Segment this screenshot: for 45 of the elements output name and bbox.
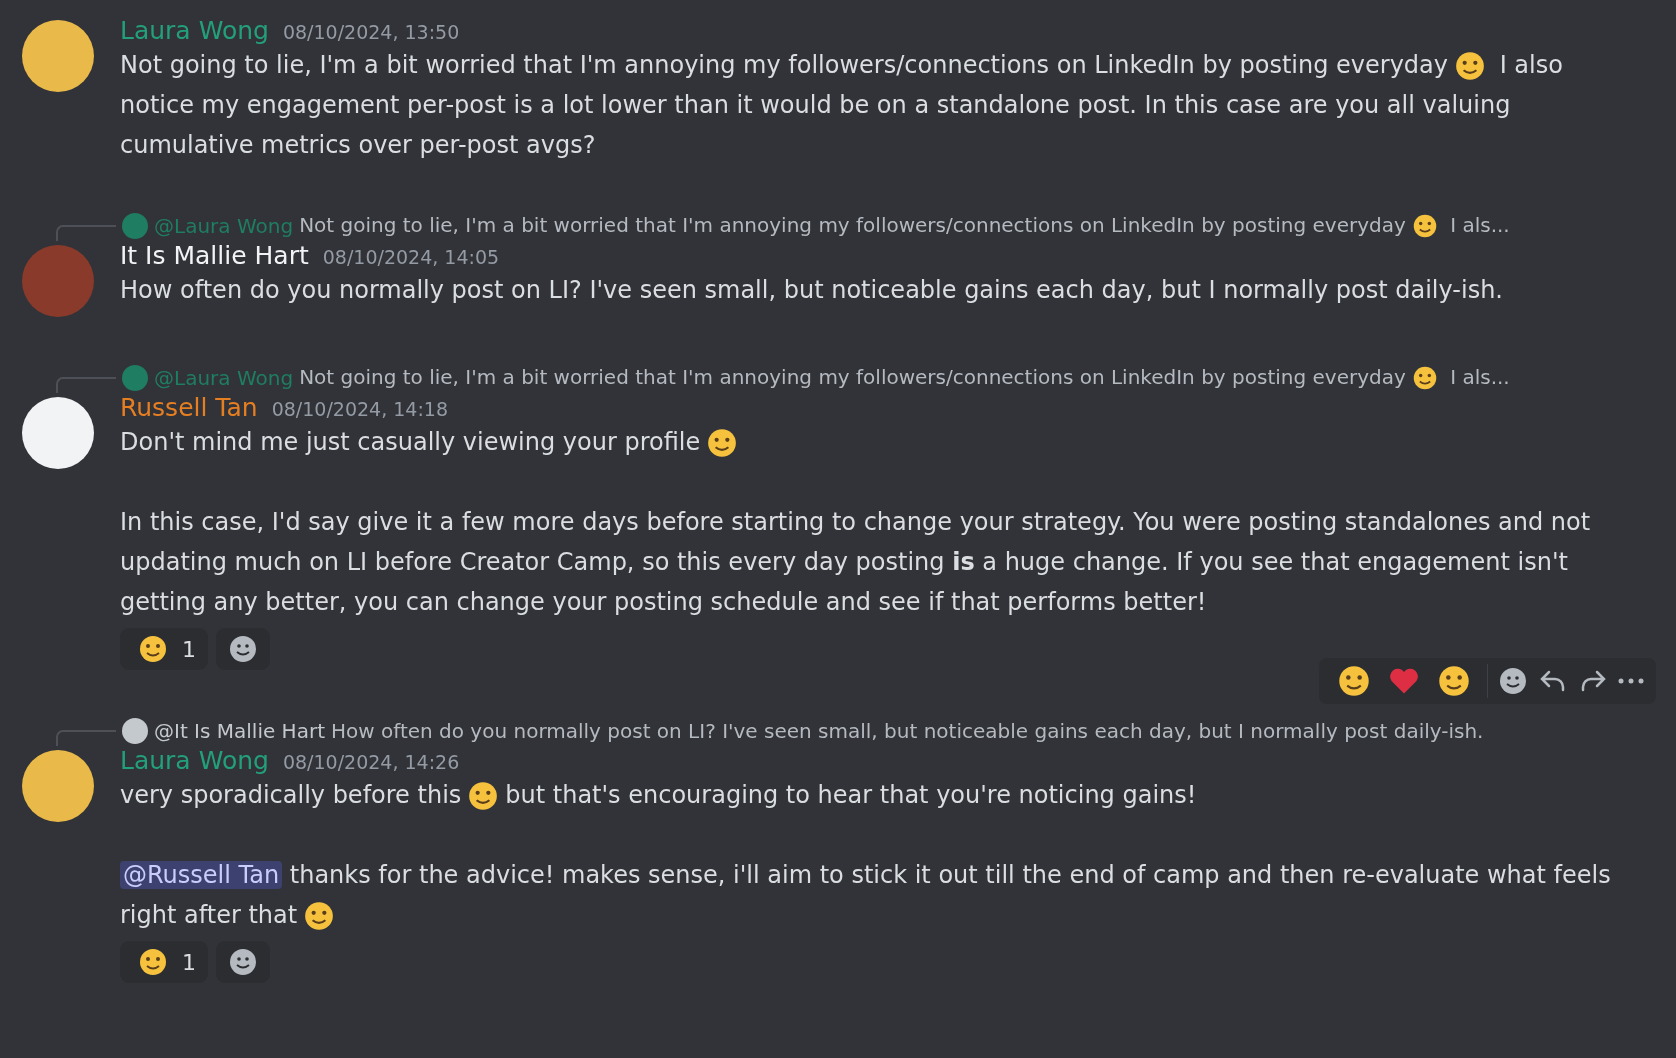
message-text: Not going to lie, I'm a bit worried that I'm annoying my followers/connections on LinkedIn by posting everyday I also notice my engagement per-post is a lot lower than it would be on a standalone post. In this case are you all valuing cumulative metrics over per-post avgs? (120, 49, 1564, 161)
author-name[interactable]: Laura Wong (120, 16, 269, 45)
add-reaction-button[interactable] (1498, 666, 1528, 696)
message-text: Don't mind me just casually viewing your profile (120, 422, 1616, 462)
add-reaction-button[interactable] (216, 628, 270, 670)
reply-avatar (122, 718, 148, 744)
emoji-icon (1411, 365, 1438, 392)
user-mention[interactable]: @Russell Tan (120, 861, 283, 889)
emoji-icon (1411, 213, 1438, 240)
reply-avatar (122, 365, 148, 391)
reply-author[interactable]: @It Is Mallie Hart (154, 719, 325, 743)
reply-connector-line (56, 377, 116, 393)
more-icon (1618, 678, 1644, 684)
emoji-icon (138, 634, 168, 664)
emoji-icon (1437, 664, 1471, 698)
reply-connector-line (56, 730, 116, 746)
message-timestamp: 08/10/2024, 14:05 (322, 246, 500, 268)
message-text: In this case, I'd say give it a few more days before starting to change your strategy. You were posting standalones and not updating much on LI before Creator Camp, so this every day posting is a huge change. If you see that engagement isn't getting any better, you can change your posting schedule and see if that performs better! (120, 507, 1592, 618)
message-timestamp: 08/10/2024, 14:18 (271, 398, 448, 420)
reaction-button[interactable]: 1 (120, 628, 208, 670)
reply-connector-line (56, 225, 116, 241)
message-text: How often do you normally post on LI? I've seen small, but noticeable gains each day, but I normally post daily-ish. (120, 275, 1504, 306)
reply-avatar (122, 213, 148, 239)
smiley-icon (228, 947, 258, 977)
author-name[interactable]: Russell Tan (120, 393, 258, 422)
message-timestamp: 08/10/2024, 14:26 (282, 751, 460, 773)
author-name[interactable]: Laura Wong (120, 746, 269, 775)
message-text: very sporadically before this but that's encouraging to hear that you're noticing gains! (120, 775, 1616, 815)
reply-preview[interactable]: Not going to lie, I'm a bit worried that I'm annoying my followers/connections on LinkedIn by posting everyday I als... (299, 212, 1510, 240)
smiley-icon (1498, 666, 1528, 696)
smiley-icon (228, 634, 258, 664)
reaction-button[interactable]: 1 (120, 941, 208, 983)
message-text: @Russell Tan thanks for the advice! makes sense, i'll aim to stick it out till the end of camp and then re-evaluate what feels right after that (120, 855, 1616, 935)
emoji-icon (1454, 50, 1486, 82)
emoji-icon (467, 780, 500, 812)
emoji-icon (138, 947, 168, 977)
reply-preview[interactable]: How often do you normally post on LI? I've seen small, but noticeable gains each day, but I normally post daily-ish. (331, 719, 1484, 743)
message-timestamp: 08/10/2024, 13:50 (282, 21, 460, 43)
add-reaction-button[interactable] (216, 941, 270, 983)
emoji-icon (303, 900, 336, 932)
author-name[interactable]: It Is Mallie Hart (120, 241, 309, 270)
emoji-icon (706, 427, 739, 459)
emoji-icon (1337, 664, 1371, 698)
more-button[interactable] (1618, 678, 1644, 684)
reply-preview[interactable]: Not going to lie, I'm a bit worried that I'm annoying my followers/connections on LinkedIn by posting everyday I als... (299, 364, 1510, 392)
